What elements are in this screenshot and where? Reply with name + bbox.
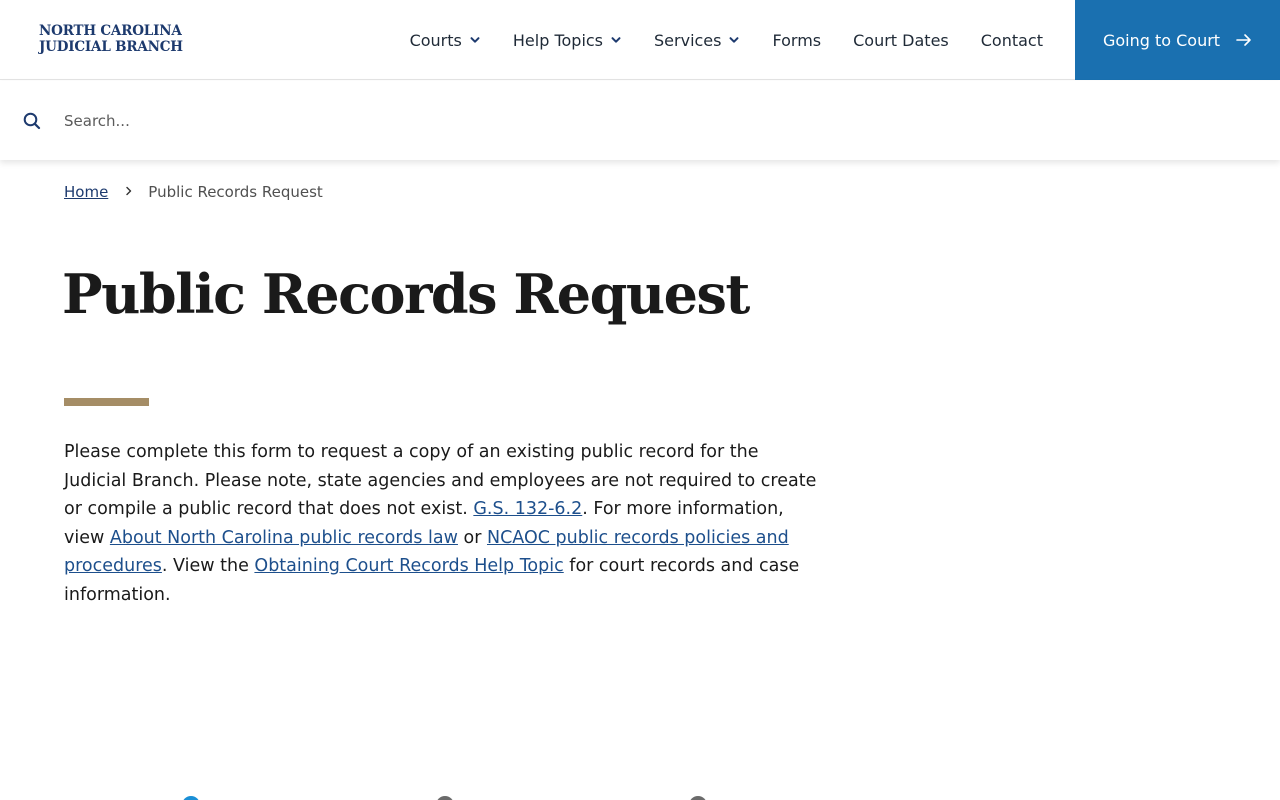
chevron-down-icon <box>610 34 622 46</box>
nav-services[interactable]: Services <box>654 31 740 50</box>
logo-line-2: JUDICIAL BRANCH <box>39 39 183 55</box>
intro-paragraph: Please complete this form to request a c… <box>64 438 824 609</box>
nav-court-dates-label: Court Dates <box>853 30 949 50</box>
breadcrumb-home-link[interactable]: Home <box>64 183 108 201</box>
search-bar <box>0 81 1280 160</box>
form-step-3-indicator <box>689 796 707 800</box>
nav-forms[interactable]: Forms <box>772 31 821 50</box>
intro-text-4: . View the <box>161 556 255 576</box>
title-accent-rule <box>64 398 149 406</box>
nav-help-topics[interactable]: Help Topics <box>513 31 622 50</box>
gs-132-6-2-link[interactable]: G.S. 132-6.2 <box>473 499 582 519</box>
public-records-law-link[interactable]: About North Carolina public records law <box>110 528 458 548</box>
going-to-court-button[interactable]: Going to Court <box>1075 0 1280 80</box>
form-step-1-indicator <box>182 796 200 800</box>
nav-courts[interactable]: Courts <box>410 31 481 50</box>
going-to-court-label: Going to Court <box>1102 30 1221 50</box>
breadcrumb-current: Public Records Request <box>148 183 323 201</box>
chevron-right-icon <box>125 184 133 200</box>
breadcrumb: Home Public Records Request <box>64 183 323 201</box>
nav-forms-label: Forms <box>772 30 822 50</box>
arrow-right-icon <box>1236 33 1252 47</box>
page-title: Public Records Request <box>62 262 750 326</box>
chevron-down-icon <box>469 34 481 46</box>
nav-court-dates[interactable]: Court Dates <box>853 31 949 50</box>
form-step-2-indicator <box>436 796 454 800</box>
main-nav: Courts Help Topics Services Forms Court … <box>378 0 1043 80</box>
nav-services-label: Services <box>654 30 722 50</box>
intro-text-3: or <box>457 527 487 548</box>
chevron-down-icon <box>728 34 740 46</box>
search-icon[interactable] <box>23 112 41 130</box>
nav-contact-label: Contact <box>980 30 1043 50</box>
site-logo[interactable]: NORTH CAROLINA JUDICIAL BRANCH <box>39 23 183 55</box>
obtaining-court-records-link[interactable]: Obtaining Court Records Help Topic <box>254 556 563 576</box>
search-input[interactable] <box>64 107 964 135</box>
nav-contact[interactable]: Contact <box>981 31 1043 50</box>
site-header: NORTH CAROLINA JUDICIAL BRANCH Courts He… <box>0 0 1280 80</box>
logo-line-1: NORTH CAROLINA <box>39 23 182 39</box>
nav-courts-label: Courts <box>409 30 462 50</box>
nav-help-topics-label: Help Topics <box>512 30 604 50</box>
